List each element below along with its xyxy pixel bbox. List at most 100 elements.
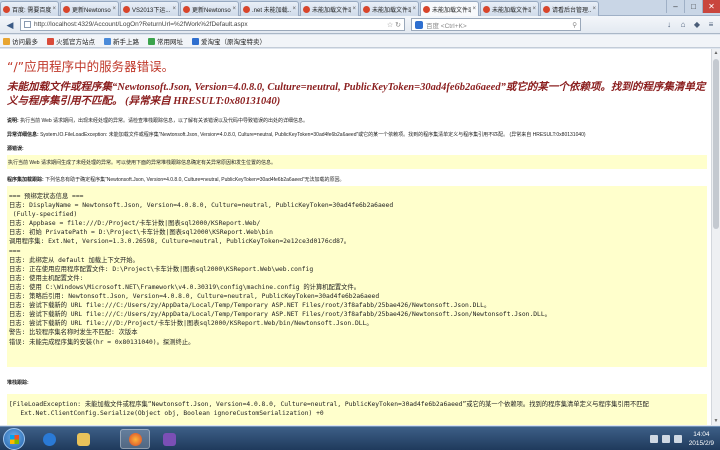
tab-favicon-icon <box>3 5 10 13</box>
tab-label: .net 未能加载... <box>252 7 292 14</box>
maximize-button[interactable]: □ <box>684 0 702 13</box>
tab-close-icon[interactable]: × <box>592 6 596 12</box>
tab-5[interactable]: 未能加载文件或程...× <box>300 1 359 16</box>
tab-close-icon[interactable]: × <box>352 6 356 12</box>
exception-text: System.IO.FileLoadException: 未能加载文件或程序集“… <box>40 132 586 138</box>
error-page: “/”应用程序中的服务器错误。 未能加载文件或程序集“Newtonsoft.Js… <box>0 49 711 425</box>
tab-4[interactable]: .net 未能加载... × <box>240 1 299 16</box>
bookmark-icon <box>104 37 111 45</box>
firefox-icon <box>128 432 142 446</box>
folder-icon <box>76 432 90 446</box>
bookmark-item[interactable]: 爱淘宝（原淘宝特卖） <box>192 36 266 46</box>
tab-close-icon[interactable]: × <box>232 6 236 12</box>
windows-logo-icon <box>10 435 19 444</box>
taskbar: 14:04 2015/2/9 <box>0 426 720 450</box>
tab-close-icon[interactable]: × <box>52 6 56 12</box>
menu-icon[interactable]: ≡ <box>705 19 717 31</box>
start-button[interactable] <box>3 428 25 450</box>
taskbar-visual-studio[interactable] <box>154 429 184 449</box>
search-input[interactable]: 百度 <Ctrl+K> ⚲ <box>411 18 581 31</box>
stack-trace: [FileLoadException: 未能加载文件或程序集“Newtonsof… <box>9 401 649 418</box>
url-text: http://localhost:4329/Account/LogOn?Retu… <box>34 21 248 28</box>
tab-close-icon[interactable]: × <box>112 6 116 12</box>
tab-favicon-icon <box>363 5 370 13</box>
back-arrow-icon[interactable]: ◀ <box>3 18 17 32</box>
bookmark-icon <box>3 37 10 45</box>
bookmark-item[interactable]: 常用网址 <box>148 36 183 46</box>
stack-trace-box: [FileLoadException: 未能加载文件或程序集“Newtonsof… <box>7 394 707 425</box>
visual-studio-icon <box>162 432 176 446</box>
bookmark-item[interactable]: 火狐官方站点 <box>47 36 95 46</box>
close-button[interactable]: ✕ <box>702 0 720 13</box>
home-icon[interactable]: ⌂ <box>677 19 689 31</box>
stack-row: 堆栈跟踪: <box>7 379 29 386</box>
internet-explorer-icon <box>42 432 56 446</box>
assembly-log-label: 程序集加载跟踪: <box>7 177 44 183</box>
tab-2[interactable]: VS2013下运... × <box>120 1 179 16</box>
bookmark-item[interactable]: 访问最多 <box>3 36 38 46</box>
bookmarks-bar: 访问最多 火狐官方站点 新手上路 常用网址 爱淘宝（原淘宝特卖） <box>0 35 720 48</box>
system-tray: 14:04 2015/2/9 <box>649 427 714 450</box>
description-text: 执行当前 Web 请求期间，出现未经处理的异常。请检查堆栈跟踪信息，以了解有关该… <box>20 118 309 124</box>
source-error-text: 执行当前 Web 请求期间生成了未经处理的异常。可以使用下面的异常堆栈跟踪信息确… <box>8 160 276 166</box>
search-engine-icon[interactable] <box>415 20 423 29</box>
tab-favicon-icon <box>123 5 130 13</box>
flag-icon[interactable] <box>673 435 682 443</box>
vertical-scrollbar[interactable]: ▲ ▼ <box>711 49 720 425</box>
tab-label: VS2013下运... <box>132 7 171 14</box>
page-title: “/”应用程序中的服务器错误。 <box>7 59 175 74</box>
addon-icon[interactable]: ◆ <box>691 19 703 31</box>
taskbar-explorer[interactable] <box>68 429 98 449</box>
window-controls: – □ ✕ <box>666 0 720 14</box>
clock[interactable]: 14:04 2015/2/9 <box>689 430 714 448</box>
search-icon[interactable]: ⚲ <box>572 21 577 29</box>
tab-0[interactable]: 百度: 需要百度 × <box>0 1 59 16</box>
tab-label: 请看后台管理... <box>552 7 592 14</box>
description-label: 说明: <box>7 118 19 124</box>
assembly-log-row: 程序集加载跟踪: 下列信息有助于确定程序集“Newtonsoft.Json, V… <box>7 176 345 183</box>
tab-7[interactable]: 未能加载文件或程...× <box>420 1 479 16</box>
scroll-up-icon[interactable]: ▲ <box>712 49 720 57</box>
bookmark-label: 火狐官方站点 <box>56 39 95 46</box>
clock-date: 2015/2/9 <box>688 440 714 447</box>
description-row: 说明: 执行当前 Web 请求期间，出现未经处理的异常。请检查堆栈跟踪信息，以了… <box>7 117 308 124</box>
tab-favicon-icon <box>303 5 310 13</box>
tab-favicon-icon <box>243 5 250 13</box>
tab-label: 未能加载文件或程... <box>312 7 351 14</box>
source-error-box: 执行当前 Web 请求期间生成了未经处理的异常。可以使用下面的异常堆栈跟踪信息确… <box>7 155 707 169</box>
tab-favicon-icon <box>543 5 550 13</box>
bookmark-item[interactable]: 新手上路 <box>104 36 139 46</box>
source-error-row: 源错误: <box>7 145 24 152</box>
scroll-down-icon[interactable]: ▼ <box>712 417 720 425</box>
bookmark-label: 访问最多 <box>12 39 38 46</box>
tab-9[interactable]: 请看后台管理... × <box>540 1 599 16</box>
taskbar-firefox[interactable] <box>120 429 150 449</box>
scrollbar-thumb[interactable] <box>713 59 719 229</box>
bookmark-label: 爱淘宝（原淘宝特卖） <box>201 39 266 46</box>
tab-6[interactable]: 未能加载文件或程...× <box>360 1 419 16</box>
reload-icon[interactable]: ↻ <box>393 21 401 29</box>
tab-1[interactable]: 更新Newtonso... × <box>60 1 119 16</box>
tab-close-icon[interactable]: × <box>172 6 176 12</box>
network-icon[interactable] <box>649 435 658 443</box>
volume-icon[interactable] <box>661 435 670 443</box>
minimize-button[interactable]: – <box>666 0 684 13</box>
tab-favicon-icon <box>183 5 190 13</box>
tab-3[interactable]: 更新Newtonso... × <box>180 1 239 16</box>
url-bar[interactable]: http://localhost:4329/Account/LogOn?Retu… <box>20 18 405 31</box>
binding-log: === 预绑定状态信息 === 日志: DisplayName = Newton… <box>9 193 551 346</box>
tab-close-icon[interactable]: × <box>292 6 296 12</box>
tab-strip: 百度: 需要百度 × 更新Newtonso... × VS2013下运... × 更新New… <box>0 0 720 16</box>
download-icon[interactable]: ↓ <box>663 19 675 31</box>
taskbar-ie[interactable] <box>34 429 64 449</box>
assembly-log-text: 下列信息有助于确定程序集“Newtonsoft.Json, Version=4.… <box>45 177 345 183</box>
tab-close-icon[interactable]: × <box>472 6 476 12</box>
bookmark-icon <box>47 37 54 45</box>
navigation-bar: ◀ http://localhost:4329/Account/LogOn?Re… <box>0 16 720 34</box>
bookmark-label: 新手上路 <box>113 39 139 46</box>
tab-close-icon[interactable]: × <box>412 6 416 12</box>
tab-label: 更新Newtonso... <box>192 7 232 14</box>
tab-close-icon[interactable]: × <box>532 6 536 12</box>
error-heading: 未能加载文件或程序集“Newtonsoft.Json, Version=4.0.… <box>7 82 706 107</box>
tab-8[interactable]: 未能加载文件或程...× <box>480 1 539 16</box>
